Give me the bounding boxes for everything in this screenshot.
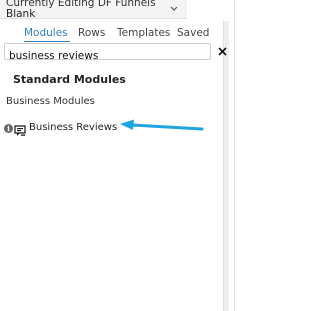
module-panel: Currently Editing DF Funnels Blank Modul… bbox=[0, 0, 235, 311]
tab-modules[interactable]: Modules bbox=[24, 27, 68, 39]
tab-rows[interactable]: Rows bbox=[78, 27, 105, 39]
search-input[interactable] bbox=[5, 48, 210, 64]
panel-scrollbar[interactable] bbox=[223, 21, 229, 311]
module-business-reviews[interactable]: i Business Reviews bbox=[4, 119, 124, 137]
reviews-module-icon bbox=[14, 122, 26, 136]
editing-subtitle: Blank bbox=[6, 8, 36, 19]
group-label: Business Modules bbox=[6, 96, 95, 107]
search-field[interactable] bbox=[4, 43, 211, 64]
tab-templates[interactable]: Templates bbox=[117, 27, 170, 39]
info-icon[interactable]: i bbox=[4, 124, 13, 133]
editing-selector[interactable]: Currently Editing DF Funnels Blank bbox=[0, 0, 187, 19]
tab-saved[interactable]: Saved bbox=[177, 27, 209, 39]
chevron-down-icon[interactable] bbox=[167, 1, 181, 15]
tab-bar: Modules Rows Templates Saved bbox=[0, 21, 234, 43]
section-heading: Standard Modules bbox=[13, 73, 126, 86]
active-tab-indicator bbox=[24, 41, 70, 42]
module-label: Business Reviews bbox=[29, 122, 118, 133]
close-icon[interactable] bbox=[216, 45, 228, 57]
arrow-left-icon bbox=[120, 119, 204, 131]
page-canvas bbox=[236, 0, 286, 311]
